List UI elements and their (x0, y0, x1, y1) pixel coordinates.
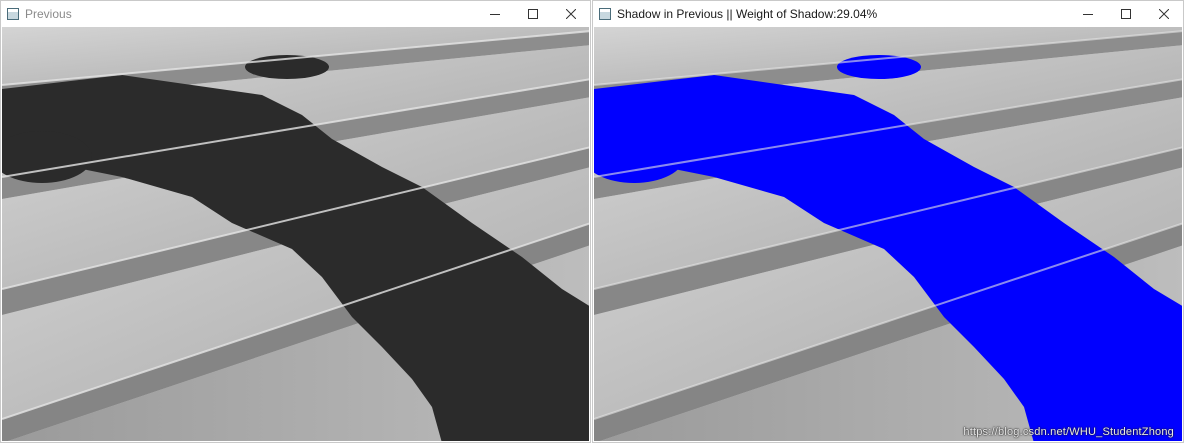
close-button[interactable] (1145, 1, 1183, 26)
close-icon (1159, 8, 1169, 19)
shadow-mask-canvas: https://blog.csdn.net/WHU_StudentZhong (594, 27, 1182, 441)
shadow-window-titlebar[interactable]: Shadow in Previous || Weight of Shadow:2… (593, 1, 1183, 26)
window-app-icon (7, 7, 19, 20)
shadow-mask-image (594, 27, 1182, 441)
window-controls (1069, 1, 1183, 26)
previous-image-canvas (2, 27, 589, 441)
shadow-window: Shadow in Previous || Weight of Shadow:2… (592, 0, 1184, 443)
maximize-button[interactable] (1107, 1, 1145, 26)
maximize-icon (528, 8, 538, 19)
stairs-image (2, 27, 589, 441)
watermark-url: https://blog.csdn.net/WHU_StudentZhong (963, 426, 1174, 438)
minimize-icon (1083, 13, 1093, 15)
previous-window-title: Previous (25, 6, 72, 21)
window-controls (476, 1, 590, 26)
previous-window-titlebar[interactable]: Previous (1, 1, 590, 26)
maximize-button[interactable] (514, 1, 552, 26)
previous-window: Previous (0, 0, 591, 443)
window-app-icon (599, 7, 611, 20)
close-button[interactable] (552, 1, 590, 26)
minimize-icon (490, 13, 500, 15)
close-icon (566, 8, 576, 19)
minimize-button[interactable] (476, 1, 514, 26)
minimize-button[interactable] (1069, 1, 1107, 26)
maximize-icon (1121, 8, 1131, 19)
shadow-window-title: Shadow in Previous || Weight of Shadow:2… (617, 6, 878, 21)
